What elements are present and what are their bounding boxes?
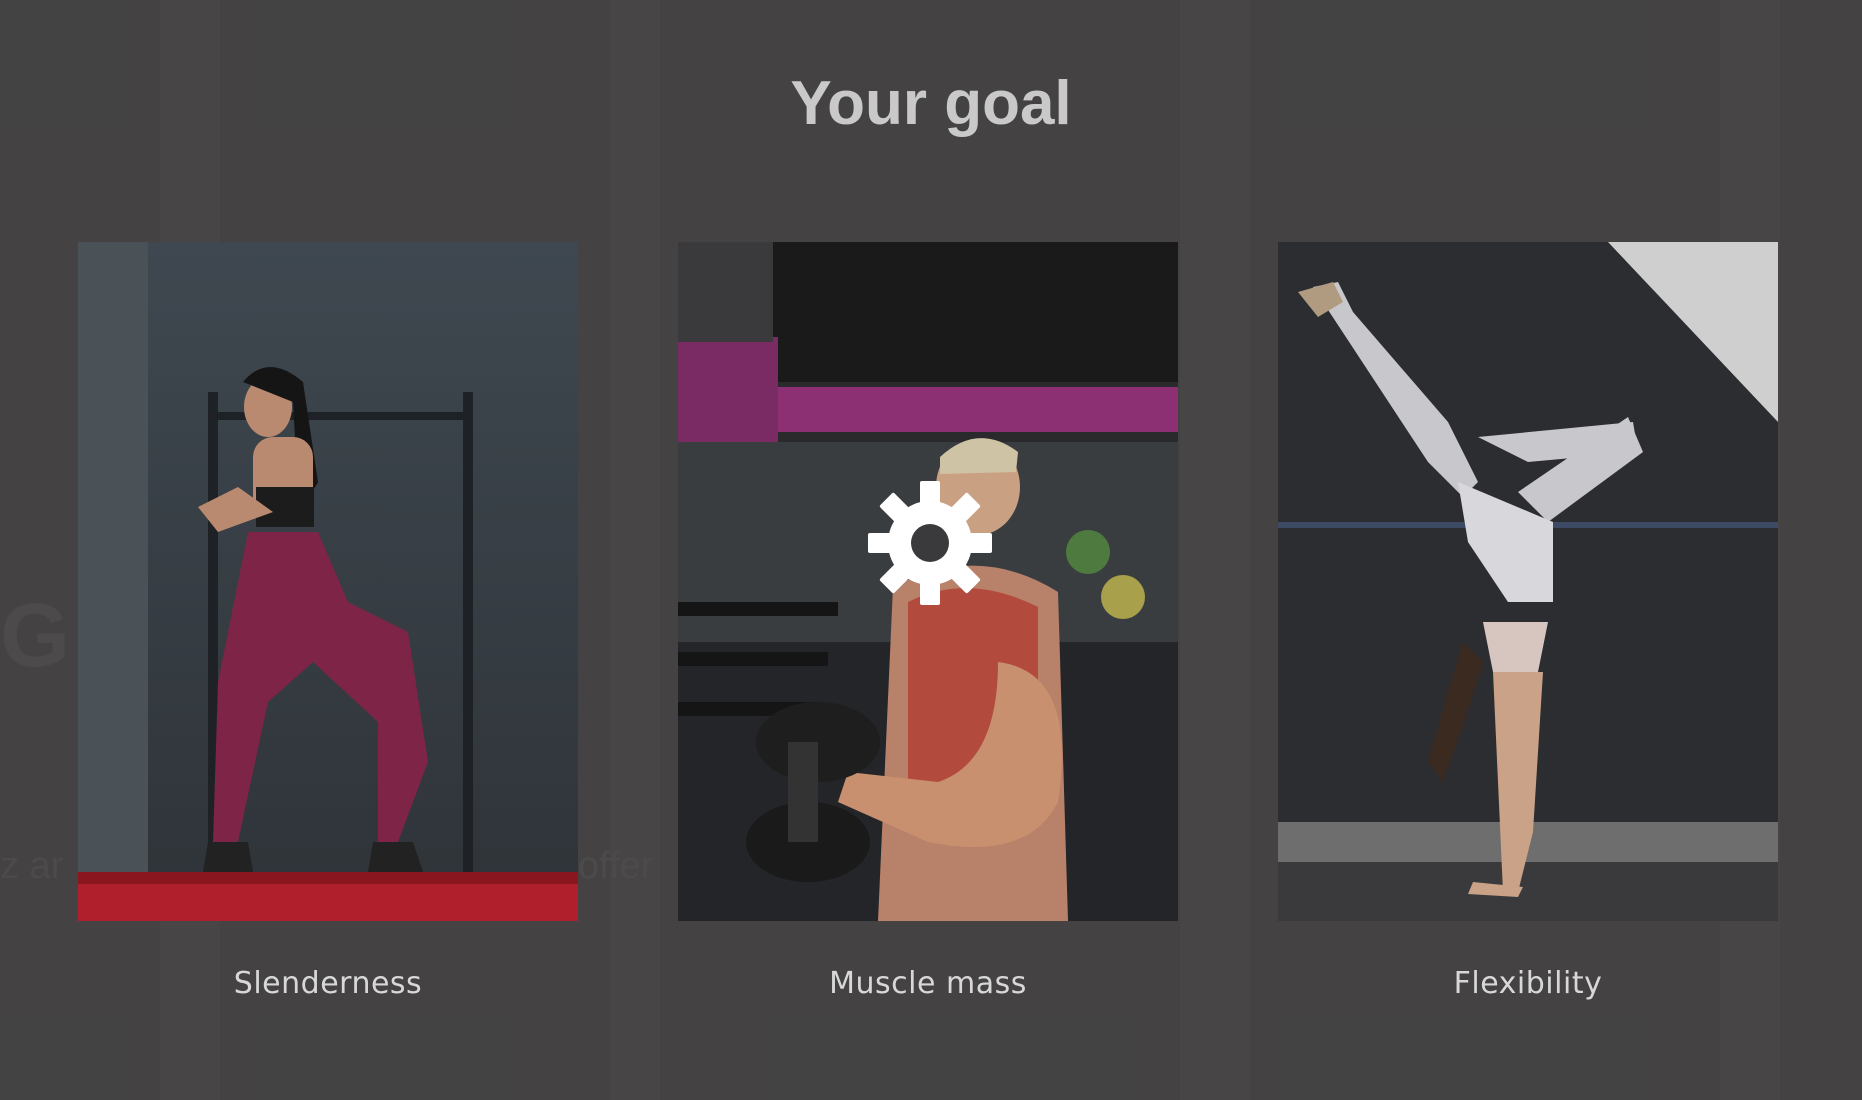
goal-label-slenderness: Slenderness	[233, 966, 423, 1001]
goal-option-flexibility[interactable]: Flexibility	[1278, 242, 1778, 1001]
page-title: Your goal	[790, 69, 1072, 138]
goal-option-muscle-mass[interactable]: Muscle mass	[678, 242, 1178, 1001]
goal-photo-flexibility	[1278, 242, 1778, 921]
goal-label-muscle-mass: Muscle mass	[829, 966, 1027, 1001]
goal-option-slenderness[interactable]: Slenderness	[78, 242, 578, 1001]
loading-gear-icon	[868, 481, 992, 605]
goal-photo-slenderness	[78, 242, 578, 921]
goal-label-flexibility: Flexibility	[1453, 966, 1603, 1001]
